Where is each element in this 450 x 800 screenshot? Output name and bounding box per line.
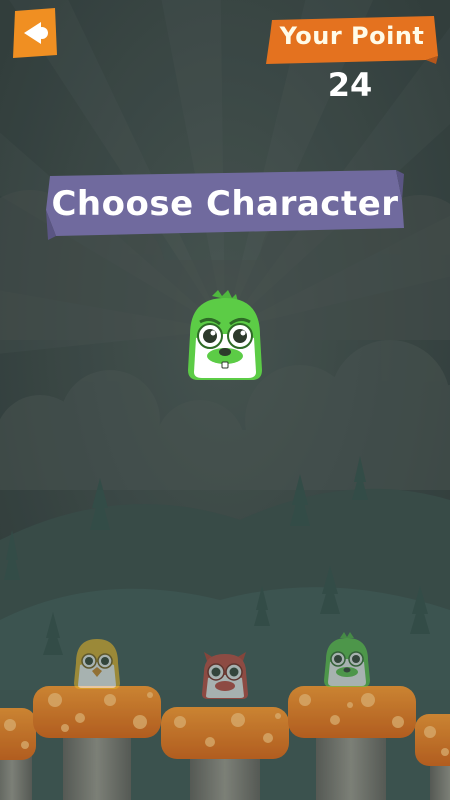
- selected-character-green-monster[interactable]: [180, 290, 270, 382]
- back-button[interactable]: [13, 8, 57, 58]
- character-option-red-owl[interactable]: [198, 648, 252, 700]
- character-option-green-monster[interactable]: [320, 632, 374, 688]
- points-label: Your Point: [279, 22, 425, 50]
- page-title: Choose Character: [51, 184, 399, 224]
- points-value: 24: [327, 66, 373, 104]
- character-option-yellow-bird[interactable]: [70, 635, 124, 690]
